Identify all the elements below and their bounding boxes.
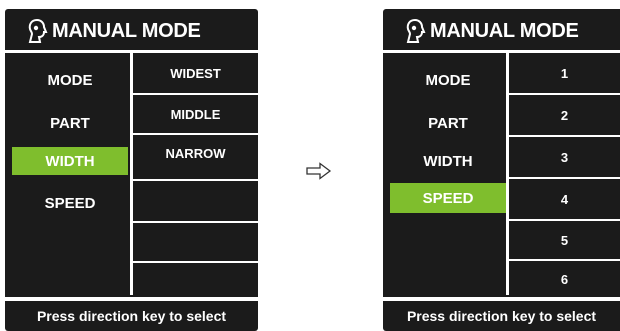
option-cell[interactable]: MIDDLE <box>133 95 258 133</box>
option-cell[interactable]: NARROW <box>133 135 258 171</box>
option-cell[interactable] <box>133 263 258 297</box>
right-screen: MANUAL MODE MODE PART WIDTH SPEED 1 2 3 … <box>383 9 620 331</box>
option-cell[interactable] <box>133 223 258 261</box>
option-cell[interactable]: 4 <box>509 179 620 219</box>
footer-hint: Press direction key to select <box>406 308 597 324</box>
screen-title: MANUAL MODE <box>383 13 620 49</box>
menu-item-part[interactable]: PART <box>390 109 506 137</box>
screen-title: MANUAL MODE <box>5 13 258 49</box>
option-list: WIDEST MIDDLE NARROW <box>133 53 258 297</box>
menu-item-mode[interactable]: MODE <box>390 66 506 94</box>
option-cell[interactable] <box>133 181 258 221</box>
menu-item-width[interactable]: WIDTH <box>390 147 506 175</box>
footer-divider <box>383 297 620 301</box>
option-list: 1 2 3 4 5 6 <box>509 53 620 297</box>
option-cell[interactable]: 2 <box>509 95 620 135</box>
left-screen: MANUAL MODE MODE PART WIDTH SPEED WIDEST… <box>5 9 258 331</box>
footer-hint: Press direction key to select <box>36 308 227 324</box>
menu-item-width[interactable]: WIDTH <box>12 147 128 175</box>
user-head-icon <box>406 18 426 43</box>
right-arrow-icon <box>306 162 332 180</box>
menu-item-speed[interactable]: SPEED <box>390 183 506 213</box>
option-cell[interactable]: 6 <box>509 261 620 297</box>
footer-divider <box>5 297 258 301</box>
option-cell[interactable]: WIDEST <box>133 53 258 93</box>
screen-title-text: MANUAL MODE <box>52 19 201 42</box>
option-cell[interactable]: 3 <box>509 137 620 177</box>
menu-item-mode[interactable]: MODE <box>12 66 128 94</box>
option-cell[interactable]: 1 <box>509 53 620 93</box>
screen-title-text: MANUAL MODE <box>430 19 579 42</box>
menu-item-part[interactable]: PART <box>12 109 128 137</box>
option-cell[interactable]: 5 <box>509 221 620 259</box>
menu-item-speed[interactable]: SPEED <box>12 189 128 217</box>
user-head-icon <box>28 18 48 43</box>
